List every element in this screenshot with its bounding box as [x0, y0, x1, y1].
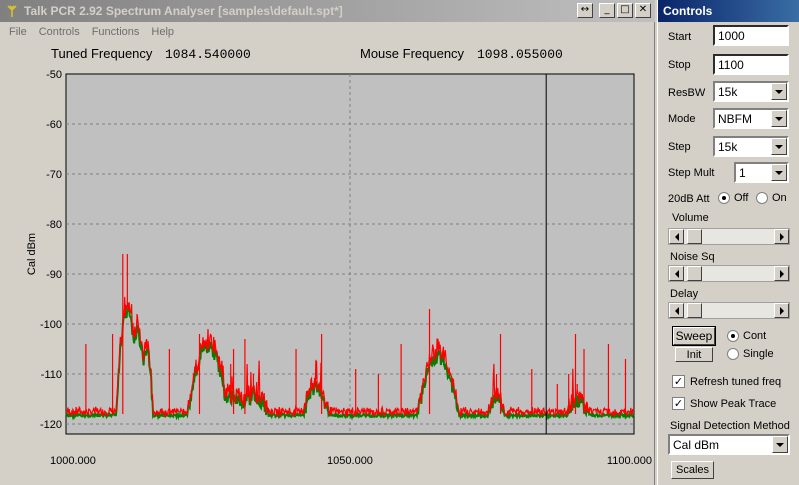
tuned-frequency-value: 1084.540000 [165, 47, 251, 62]
delay-slider[interactable] [668, 302, 790, 319]
mode-label: Mode [668, 113, 696, 125]
refresh-tuned-checkbox[interactable]: ✓ Refresh tuned freq [672, 375, 781, 388]
arrow-right-icon[interactable] [774, 303, 789, 318]
noise-sq-thumb[interactable] [687, 266, 702, 281]
stop-input[interactable]: 1100 [713, 54, 789, 75]
maximize-icon[interactable]: □ [617, 3, 633, 18]
minimize-icon[interactable]: _ [599, 3, 615, 18]
start-label: Start [668, 31, 692, 43]
antenna-icon [4, 3, 20, 19]
step-value: 15k [718, 139, 738, 154]
show-peak-checkbox[interactable]: ✓ Show Peak Trace [672, 397, 776, 410]
cont-label: Cont [743, 330, 767, 342]
arrow-left-icon[interactable] [669, 303, 684, 318]
step-select[interactable]: 15k [713, 136, 789, 157]
spectrum-analyser-window: Talk PCR 2.92 Spectrum Analyser [samples… [0, 0, 655, 485]
menu-bar: File Controls Functions Help [0, 22, 655, 41]
init-button[interactable]: Init [675, 347, 713, 362]
volume-slider[interactable] [668, 228, 790, 245]
arrow-left-icon[interactable] [669, 229, 684, 244]
att-off-label: Off [734, 192, 749, 204]
spectrum-chart[interactable]: -50 -60 -70 -80 -90 -100 -110 -120 1000.000 1050.… [0, 66, 655, 485]
volume-label: Volume [672, 212, 709, 224]
x-tick-label: 1000.000 [50, 455, 96, 467]
radio-empty-icon [727, 348, 739, 360]
radio-empty-icon [756, 192, 768, 204]
scales-button[interactable]: Scales [671, 461, 714, 479]
radio-selected-icon [718, 192, 730, 204]
att-off-radio[interactable]: Off [718, 192, 748, 204]
controls-window-title: Controls [663, 4, 713, 18]
chevron-down-icon[interactable] [772, 436, 788, 453]
stop-label: Stop [668, 59, 691, 71]
att-label: 20dB Att [668, 193, 710, 205]
arrow-right-icon[interactable] [774, 229, 789, 244]
resbw-value: 15k [718, 84, 738, 99]
y-tick-label: -70 [46, 169, 62, 181]
controls-title-bar[interactable]: Controls [658, 0, 799, 22]
close-icon[interactable]: ✕ [635, 3, 651, 18]
tuned-frequency-label: Tuned Frequency [51, 46, 153, 61]
x-tick-label: 1050.000 [327, 455, 373, 467]
chevron-down-icon[interactable] [771, 110, 787, 127]
mouse-frequency-label: Mouse Frequency [360, 46, 465, 61]
resbw-select[interactable]: 15k [713, 81, 789, 102]
desktop: Talk PCR 2.92 Spectrum Analyser [samples… [0, 0, 799, 485]
y-tick-label: -120 [40, 419, 62, 431]
single-label: Single [743, 348, 774, 360]
check-icon: ✓ [672, 375, 685, 388]
delay-label: Delay [670, 288, 699, 300]
att-on-radio[interactable]: On [756, 192, 787, 204]
sdm-label: Signal Detection Method [670, 420, 790, 432]
att-on-label: On [772, 192, 787, 204]
show-peak-label: Show Peak Trace [690, 397, 777, 410]
sdm-select[interactable]: Cal dBm [668, 434, 790, 455]
menu-functions[interactable]: Functions [86, 26, 146, 38]
arrow-left-icon[interactable] [669, 266, 684, 281]
mouse-frequency-value: 1098.055000 [477, 47, 563, 62]
chevron-down-icon[interactable] [771, 164, 787, 181]
y-tick-label: -90 [46, 269, 62, 281]
chevron-down-icon[interactable] [771, 83, 787, 100]
delay-thumb[interactable] [687, 303, 702, 318]
y-tick-label: -80 [46, 219, 62, 231]
menu-help[interactable]: Help [145, 26, 180, 38]
arrow-right-icon[interactable] [774, 266, 789, 281]
mode-value: NBFM [718, 111, 752, 126]
menu-controls[interactable]: Controls [33, 26, 86, 38]
single-radio[interactable]: Single [727, 348, 774, 360]
resbw-label: ResBW [668, 87, 706, 99]
y-tick-label: -50 [46, 69, 62, 81]
resize-icon[interactable]: ↔ [577, 3, 593, 18]
refresh-tuned-label: Refresh tuned freq [690, 375, 782, 388]
volume-thumb[interactable] [687, 229, 702, 244]
mode-select[interactable]: NBFM [713, 108, 789, 129]
step-label: Step [668, 141, 691, 153]
start-input[interactable]: 1000 [713, 25, 789, 46]
y-tick-label: -100 [40, 319, 62, 331]
cont-radio[interactable]: Cont [727, 330, 766, 342]
y-tick-label: -110 [41, 369, 62, 381]
x-tick-label: 1100.000 [607, 455, 652, 467]
step-mult-select[interactable]: 1 [734, 162, 789, 183]
window-buttons: ↔ _ □ ✕ [577, 3, 651, 18]
radio-selected-icon [727, 330, 739, 342]
noise-sq-slider[interactable] [668, 265, 790, 282]
step-mult-label: Step Mult [668, 167, 715, 179]
chevron-down-icon[interactable] [771, 138, 787, 155]
y-axis-label: Cal dBm [26, 233, 38, 275]
main-window-title: Talk PCR 2.92 Spectrum Analyser [samples… [24, 4, 343, 18]
check-icon: ✓ [672, 397, 685, 410]
y-tick-label: -60 [46, 119, 62, 131]
sweep-button[interactable]: Sweep [672, 326, 716, 346]
main-title-bar[interactable]: Talk PCR 2.92 Spectrum Analyser [samples… [0, 0, 655, 22]
spectrum-plot[interactable]: -50 -60 -70 -80 -90 -100 -110 -120 1000.000 1050.… [0, 66, 655, 485]
noise-sq-label: Noise Sq [670, 251, 715, 263]
menu-file[interactable]: File [0, 26, 33, 38]
step-mult-value: 1 [739, 165, 746, 180]
sdm-value: Cal dBm [673, 437, 720, 452]
